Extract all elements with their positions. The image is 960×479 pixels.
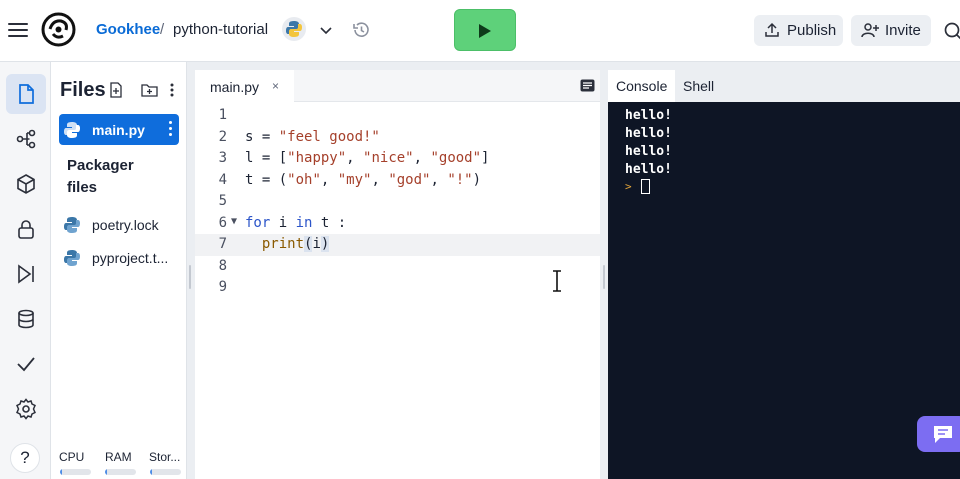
settings-gear-icon[interactable] <box>6 389 46 429</box>
code-line: 1 <box>218 107 227 123</box>
storage-usage-bar <box>150 469 181 475</box>
python-icon <box>64 217 80 233</box>
files-menu-icon[interactable] <box>170 82 186 98</box>
storage-label: Stor... <box>149 450 181 464</box>
file-label: poetry.lock <box>92 217 159 233</box>
git-branch-icon[interactable] <box>6 119 46 159</box>
tab-shell[interactable]: Shell <box>675 70 725 102</box>
breadcrumb-separator: / <box>160 21 165 38</box>
file-menu-icon[interactable] <box>169 121 173 139</box>
menu-icon[interactable] <box>8 20 28 40</box>
python-icon <box>64 250 80 266</box>
invite-label: Invite <box>885 22 921 39</box>
upload-icon <box>765 22 779 37</box>
play-icon <box>479 24 491 38</box>
console-output-line: hello! <box>625 108 672 123</box>
file-label: pyproject.t... <box>92 250 169 266</box>
cpu-usage-bar <box>60 469 91 475</box>
console-prompt: > <box>625 180 632 193</box>
run-button[interactable] <box>454 9 516 51</box>
editor-tab-bar: main.py × <box>195 70 600 102</box>
top-bar: Gookhee / python-tutorial Publish Invite <box>0 0 960 62</box>
files-nav-icon[interactable] <box>6 74 46 114</box>
panel-resize-handle[interactable] <box>189 265 191 289</box>
packages-cube-icon[interactable] <box>6 164 46 204</box>
chat-bubble-icon <box>934 426 952 443</box>
tab-main-py[interactable]: main.py × <box>195 70 294 102</box>
code-line: 4t = ("oh", "my", "god", "!") <box>218 172 482 188</box>
chat-button[interactable] <box>917 416 960 452</box>
tab-console[interactable]: Console <box>608 70 675 102</box>
folder-packager-files[interactable]: Packager files <box>67 155 167 199</box>
code-line: 8 <box>218 258 227 274</box>
debugger-icon[interactable] <box>6 254 46 294</box>
file-label: main.py <box>92 122 145 138</box>
tab-label: main.py <box>210 79 260 95</box>
lock-icon[interactable] <box>6 209 46 249</box>
console-output-line: hello! <box>625 144 672 159</box>
cpu-label: CPU <box>59 450 85 464</box>
console-output-line: hello! <box>625 126 672 141</box>
ram-usage-bar <box>105 469 136 475</box>
code-editor[interactable]: main.py × 1 2s = "feel good!" 3l = ["hap… <box>195 70 600 479</box>
new-file-icon[interactable] <box>108 82 124 98</box>
code-line: 5 <box>218 193 227 209</box>
publish-label: Publish <box>787 22 837 39</box>
chevron-down-icon[interactable] <box>318 22 334 38</box>
help-button[interactable]: ? <box>10 443 40 473</box>
pane-resize-handle[interactable] <box>603 265 605 289</box>
code-line-active: 7 print(i) <box>195 234 600 256</box>
console-output-line: hello! <box>625 162 672 177</box>
file-item-poetry-lock[interactable]: poetry.lock <box>59 209 179 240</box>
layout-icon[interactable] <box>580 79 595 92</box>
history-icon[interactable] <box>351 20 371 40</box>
left-sidebar <box>0 62 51 479</box>
file-item-pyproject[interactable]: pyproject.t... <box>59 242 179 273</box>
invite-button[interactable]: Invite <box>851 15 931 46</box>
console-input-cursor[interactable] <box>641 179 650 194</box>
publish-button[interactable]: Publish <box>754 15 843 46</box>
console-panel[interactable]: Console Shell hello! hello! hello! hello… <box>608 70 960 479</box>
code-line: 2s = "feel good!" <box>218 129 380 145</box>
database-icon[interactable] <box>6 299 46 339</box>
search-icon[interactable] <box>943 21 960 41</box>
file-item-main-py[interactable]: main.py <box>59 114 179 145</box>
text-cursor-icon <box>553 270 561 292</box>
checkmark-icon[interactable] <box>6 344 46 384</box>
fold-arrow-icon[interactable]: ▼ <box>231 216 237 227</box>
repl-name[interactable]: python-tutorial <box>173 21 268 38</box>
code-line: 9 <box>218 279 227 295</box>
files-title: Files <box>60 79 106 101</box>
ram-label: RAM <box>105 450 132 464</box>
python-language-icon[interactable] <box>282 17 306 41</box>
replit-logo-icon[interactable] <box>41 12 76 47</box>
files-panel: Files main.py Packager files poetry.lock… <box>51 62 187 479</box>
code-line: 3l = ["happy", "nice", "good"] <box>218 150 490 166</box>
python-icon <box>64 122 80 138</box>
close-icon[interactable]: × <box>272 79 279 93</box>
add-user-icon <box>861 23 879 38</box>
code-line: 6 ▼ for i in t : <box>218 215 347 231</box>
console-tab-bar: Console Shell <box>608 70 960 102</box>
owner-link[interactable]: Gookhee <box>96 21 160 38</box>
new-folder-icon[interactable] <box>141 82 158 98</box>
